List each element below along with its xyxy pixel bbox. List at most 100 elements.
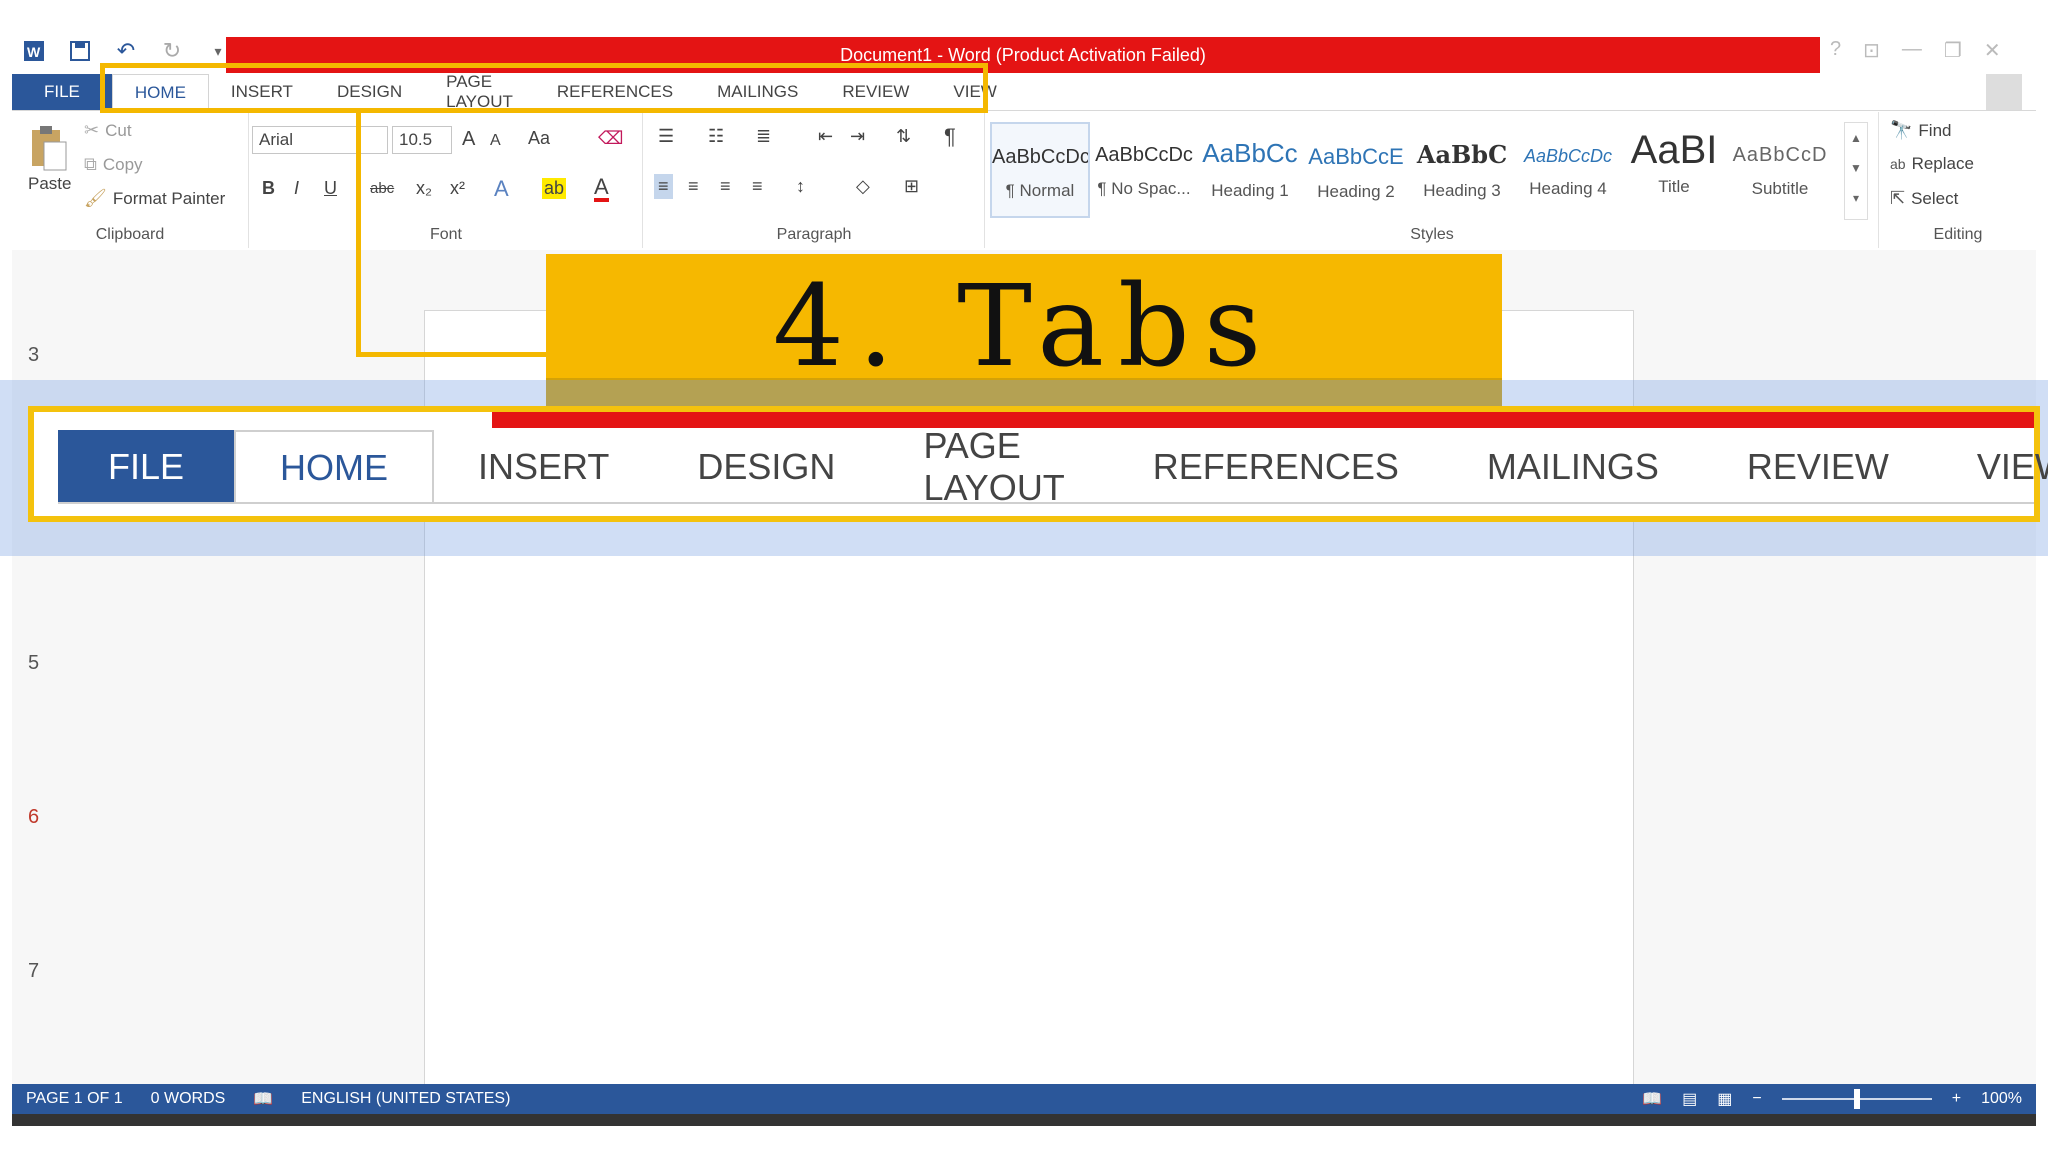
zoom-slider-thumb[interactable] xyxy=(1853,1089,1860,1109)
superscript-button[interactable]: x² xyxy=(450,178,465,199)
multilevel-list-icon[interactable]: ≣ xyxy=(756,126,771,147)
tabs-highlight-box xyxy=(100,63,988,113)
style-title[interactable]: AaBI Title xyxy=(1624,122,1724,218)
cut-button[interactable]: ✂ Cut xyxy=(84,120,132,141)
window-controls: ? ⊡ — ❐ ✕ xyxy=(1830,38,2001,63)
editing-group: 🔭 Find ab Replace ⇱ Select Editing xyxy=(1880,112,2036,248)
styles-scroll[interactable]: ▲ ▼ ▾ xyxy=(1844,122,1868,220)
zoomed-ribbon-tabs: FILE HOME INSERT DESIGN PAGE LAYOUT REFE… xyxy=(58,425,2048,508)
zoomed-tab-mailings[interactable]: MAILINGS xyxy=(1443,430,1703,504)
styles-group-label: Styles xyxy=(1410,226,1454,243)
zoom-level[interactable]: 100% xyxy=(1981,1090,2022,1108)
align-right-icon[interactable]: ≡ xyxy=(720,176,731,197)
grow-font-button[interactable]: A xyxy=(462,128,475,151)
borders-icon[interactable]: ⊞ xyxy=(904,176,919,197)
strikethrough-button[interactable]: abc xyxy=(370,180,394,197)
style-name: Heading 1 xyxy=(1211,181,1289,200)
select-button[interactable]: ⇱ Select xyxy=(1890,188,1958,209)
line-spacing-icon[interactable]: ↕ xyxy=(796,176,805,197)
shading-icon[interactable]: ◇ xyxy=(856,176,870,197)
find-button[interactable]: 🔭 Find xyxy=(1890,120,1952,141)
zoomed-tab-view[interactable]: VIEW xyxy=(1933,430,2048,504)
tab-file[interactable]: FILE xyxy=(12,74,112,110)
style-normal[interactable]: AaBbCcDc ¶ Normal xyxy=(990,122,1090,218)
web-layout-icon[interactable]: ▦ xyxy=(1717,1089,1732,1109)
font-color-button[interactable]: A xyxy=(594,176,609,202)
sort-icon[interactable]: ⇅ xyxy=(896,126,911,147)
highlight-connector xyxy=(356,352,556,357)
text-effects-button[interactable]: A xyxy=(494,176,509,202)
style-subtitle[interactable]: AaBbCcD Subtitle xyxy=(1730,122,1830,218)
replace-label: Replace xyxy=(1911,154,1974,173)
shrink-font-button[interactable]: A xyxy=(490,132,501,150)
style-heading-2[interactable]: AaBbCcE Heading 2 xyxy=(1306,122,1406,218)
italic-button[interactable]: I xyxy=(294,178,299,199)
align-left-icon[interactable]: ≡ xyxy=(654,174,673,199)
avatar[interactable] xyxy=(1986,74,2022,110)
help-icon[interactable]: ? xyxy=(1830,38,1841,63)
proofing-icon[interactable]: 📖 xyxy=(253,1089,273,1109)
style-sample: AaBbCcD xyxy=(1732,144,1828,166)
save-icon[interactable] xyxy=(66,37,94,65)
style-heading-4[interactable]: AaBbCcDc Heading 4 xyxy=(1518,122,1618,218)
word-count[interactable]: 0 WORDS xyxy=(151,1090,226,1108)
redo-icon[interactable]: ↻ xyxy=(158,37,186,65)
style-name: Title xyxy=(1658,177,1690,196)
format-painter-button[interactable]: 🖌 Format Painter xyxy=(84,188,225,209)
style-heading-1[interactable]: AaBbCc Heading 1 xyxy=(1200,122,1300,218)
undo-icon[interactable]: ↶ xyxy=(112,37,140,65)
zoomed-tab-review[interactable]: REVIEW xyxy=(1703,430,1933,504)
page-count[interactable]: PAGE 1 OF 1 xyxy=(26,1090,123,1108)
decrease-indent-icon[interactable]: ⇤ xyxy=(818,126,833,147)
close-icon[interactable]: ✕ xyxy=(1984,38,2001,63)
bullets-icon[interactable]: ☰ xyxy=(658,126,674,147)
style-sample: AaBbC xyxy=(1416,140,1508,169)
replace-icon: ab xyxy=(1890,156,1906,172)
print-layout-icon[interactable]: ▤ xyxy=(1682,1089,1697,1109)
font-name-field[interactable]: Arial xyxy=(252,126,388,154)
subscript-button[interactable]: x₂ xyxy=(416,178,432,199)
replace-button[interactable]: ab Replace xyxy=(1890,154,1974,174)
zoom-out-icon[interactable]: − xyxy=(1752,1090,1761,1108)
taskbar-strip xyxy=(12,1114,2036,1126)
maximize-icon[interactable]: ❐ xyxy=(1944,38,1962,63)
zoomed-tab-file[interactable]: FILE xyxy=(58,430,235,504)
show-formatting-icon[interactable]: ¶ xyxy=(944,124,956,150)
paste-label: Paste xyxy=(28,174,72,193)
bold-button[interactable]: B xyxy=(262,178,275,199)
style-no-spacing[interactable]: AaBbCcDc ¶ No Spac... xyxy=(1094,122,1194,218)
ribbon: Paste ✂ Cut ⧉ Copy 🖌 Format Painter Clipboa… xyxy=(12,112,2036,248)
binoculars-icon: 🔭 xyxy=(1890,120,1913,140)
zoomed-tab-divider xyxy=(58,502,2034,504)
language-indicator[interactable]: ENGLISH (UNITED STATES) xyxy=(301,1090,510,1108)
change-case-button[interactable]: Aa xyxy=(528,128,550,149)
svg-text:W: W xyxy=(27,44,41,60)
style-heading-3[interactable]: AaBbC Heading 3 xyxy=(1412,122,1512,218)
zoomed-tab-home[interactable]: HOME xyxy=(234,430,435,504)
underline-button[interactable]: U xyxy=(324,178,337,199)
zoomed-tab-insert[interactable]: INSERT xyxy=(434,430,653,504)
paragraph-group: ☰ ☷ ≣ ⇤ ⇥ ⇅ ¶ ≡ ≡ ≡ ≡ ↕ ◇ ⊞ Paragraph xyxy=(644,112,985,248)
highlight-color-button[interactable]: ab xyxy=(542,178,567,199)
cut-label: Cut xyxy=(105,120,132,140)
copy-button[interactable]: ⧉ Copy xyxy=(84,154,143,175)
scissors-icon: ✂ xyxy=(84,120,100,140)
justify-icon[interactable]: ≡ xyxy=(752,176,763,197)
zoom-slider[interactable] xyxy=(1781,1089,1932,1109)
zoomed-tab-references[interactable]: REFERENCES xyxy=(1109,430,1443,504)
minimize-icon[interactable]: — xyxy=(1902,38,1922,63)
ribbon-display-icon[interactable]: ⊡ xyxy=(1863,38,1880,63)
increase-indent-icon[interactable]: ⇥ xyxy=(850,126,865,147)
zoomed-tab-page-layout[interactable]: PAGE LAYOUT xyxy=(879,425,1108,508)
paste-button[interactable]: Paste xyxy=(28,174,71,194)
clear-formatting-icon[interactable]: ⌫ xyxy=(598,128,623,149)
align-center-icon[interactable]: ≡ xyxy=(688,176,699,197)
cursor-icon: ⇱ xyxy=(1890,188,1906,208)
read-mode-icon[interactable]: 📖 xyxy=(1642,1089,1662,1109)
font-size-field[interactable]: 10.5 xyxy=(392,126,452,154)
zoomed-tab-design[interactable]: DESIGN xyxy=(653,430,879,504)
zoom-in-icon[interactable]: + xyxy=(1952,1090,1961,1108)
numbering-icon[interactable]: ☷ xyxy=(708,126,724,147)
paste-icon[interactable] xyxy=(26,124,70,172)
status-right: 📖 ▤ ▦ − + 100% xyxy=(1642,1084,2022,1114)
